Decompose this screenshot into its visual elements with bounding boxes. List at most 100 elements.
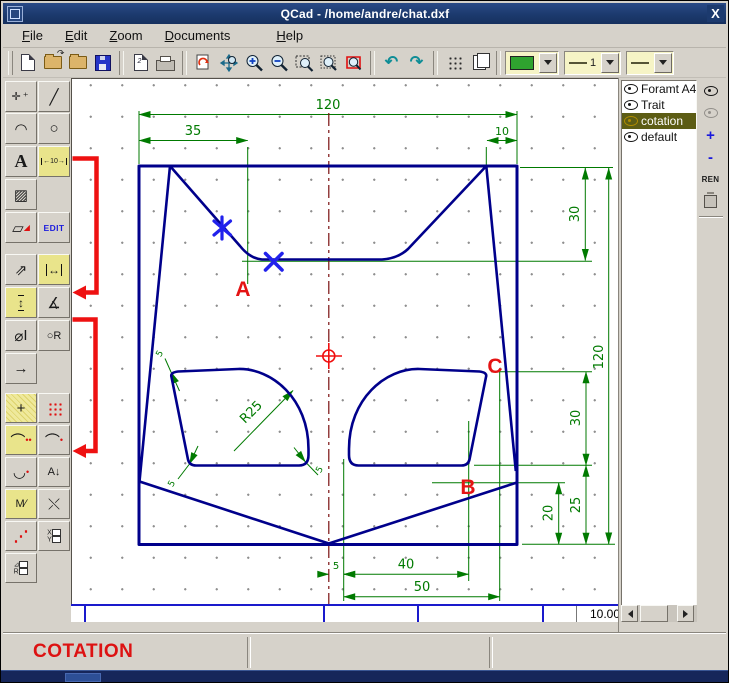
eye-icon[interactable] bbox=[624, 116, 638, 126]
edit-label: EDIT bbox=[44, 223, 65, 233]
coordinate-xy-tool[interactable]: XY bbox=[38, 521, 70, 551]
zoom-in-button[interactable] bbox=[241, 51, 266, 75]
layer-name: Trait bbox=[641, 98, 665, 112]
draw-line-tool[interactable]: ╱ bbox=[38, 81, 70, 112]
draw-point-tool[interactable]: ✛⁺ bbox=[5, 81, 37, 112]
snap-endpoint-tool[interactable]: ⌒•• bbox=[5, 425, 37, 455]
snap-middle-tool[interactable]: M∕ bbox=[5, 489, 37, 519]
canvas-ruler[interactable]: 10.00 bbox=[71, 604, 623, 622]
snap-grid-tool[interactable] bbox=[38, 393, 70, 423]
line-style-combo[interactable] bbox=[626, 51, 674, 75]
delete-layer-button[interactable] bbox=[699, 190, 723, 212]
eye-icon bbox=[704, 86, 718, 96]
menu-file[interactable]: File bbox=[13, 26, 52, 45]
toolbar-separator bbox=[496, 51, 501, 75]
dim-vertical-tool[interactable]: ↕ bbox=[5, 287, 37, 318]
coordinate-polar-tool[interactable]: ⊿R bbox=[5, 553, 37, 583]
close-button[interactable]: X bbox=[707, 5, 724, 22]
zoom-auto-button[interactable] bbox=[316, 51, 341, 75]
edit-button[interactable]: EDIT bbox=[38, 212, 70, 243]
triangle-right-icon bbox=[683, 610, 692, 618]
add-layer-button[interactable]: + bbox=[699, 124, 723, 146]
zoom-window-button[interactable] bbox=[291, 51, 316, 75]
pen-width-combo[interactable]: 1 bbox=[564, 51, 621, 75]
import-button[interactable] bbox=[65, 51, 90, 75]
zoom-out-button[interactable] bbox=[266, 51, 291, 75]
dim-horizontal-tool[interactable]: ↔ bbox=[38, 254, 70, 285]
menu-help[interactable]: Help bbox=[267, 26, 312, 45]
toolbar-handle[interactable] bbox=[8, 51, 13, 75]
eye-icon[interactable] bbox=[624, 100, 638, 110]
print-button[interactable] bbox=[153, 51, 178, 75]
layer-hide-button[interactable] bbox=[699, 102, 723, 124]
draw-text-tool[interactable]: A bbox=[5, 146, 37, 177]
scroll-right-button[interactable] bbox=[677, 605, 694, 622]
snap-center-tool[interactable]: ◡• bbox=[5, 457, 37, 487]
dim-leader-tool[interactable]: → bbox=[5, 353, 37, 384]
toolbar-separator bbox=[433, 51, 438, 75]
shape-edit-tool[interactable]: ▱◢ bbox=[5, 212, 37, 243]
grid-toggle-button[interactable] bbox=[442, 51, 467, 75]
drawing-canvas[interactable]: 120 35 10 30 120 30 25 20 40 50 5 R25 5 … bbox=[71, 78, 623, 622]
print-preview-button[interactable]: 2 bbox=[128, 51, 153, 75]
dim-aligned-tool[interactable]: ⇗ bbox=[5, 254, 37, 285]
scroll-left-button[interactable] bbox=[621, 605, 638, 622]
draw-circle-tool[interactable]: ○ bbox=[38, 113, 70, 144]
layers-icon bbox=[473, 55, 486, 70]
pen-color-combo[interactable] bbox=[505, 51, 559, 75]
layer-list-scrollbar[interactable] bbox=[621, 605, 697, 622]
snap-distance-tool[interactable]: ⋰ bbox=[5, 521, 37, 551]
undo-button[interactable]: ↶ bbox=[379, 51, 404, 75]
zoom-pan-button[interactable] bbox=[216, 51, 241, 75]
eye-icon[interactable] bbox=[624, 132, 638, 142]
redo-button[interactable]: ↷ bbox=[404, 51, 429, 75]
layer-row-foramt-a4[interactable]: Foramt A4 bbox=[622, 81, 696, 97]
point-b-label: B bbox=[460, 476, 475, 499]
rename-layer-button[interactable]: REN bbox=[699, 168, 723, 190]
redraw-button[interactable] bbox=[191, 51, 216, 75]
dim-diameter-tool[interactable]: ⌀I bbox=[5, 320, 37, 351]
layer-name: Foramt A4 bbox=[641, 82, 696, 96]
dim-30-top: 30 bbox=[568, 206, 583, 223]
chevron-down-icon[interactable] bbox=[539, 53, 557, 73]
rename-label: REN bbox=[702, 175, 720, 184]
snap-on-entity-tool[interactable]: ⌒• bbox=[38, 425, 70, 455]
layer-visibility-button[interactable] bbox=[699, 80, 723, 102]
zoom-in-icon bbox=[244, 53, 264, 73]
open-file-button[interactable] bbox=[40, 51, 65, 75]
title-bar[interactable]: QCad - /home/andre/chat.dxf X bbox=[3, 3, 726, 24]
chevron-down-icon[interactable] bbox=[654, 53, 672, 73]
redo-icon: ↷ bbox=[410, 55, 423, 71]
chevron-down-icon[interactable] bbox=[601, 53, 619, 73]
new-document-button[interactable] bbox=[15, 51, 40, 75]
layer-row-cotation[interactable]: cotation bbox=[622, 113, 696, 129]
scrollbar-thumb[interactable] bbox=[640, 605, 668, 622]
menu-documents[interactable]: Documents bbox=[156, 26, 240, 45]
layer-row-trait[interactable]: Trait bbox=[622, 97, 696, 113]
ruler-tick bbox=[417, 606, 419, 622]
annotation-arrows bbox=[73, 159, 97, 459]
draw-arc-tool[interactable]: ◠ bbox=[5, 113, 37, 144]
snap-free-tool[interactable]: + bbox=[5, 393, 37, 423]
taskbar-segment[interactable] bbox=[65, 673, 101, 682]
window-title: QCad - /home/andre/chat.dxf bbox=[23, 7, 707, 21]
menu-edit[interactable]: Edit bbox=[56, 26, 96, 45]
status-bar: COTATION bbox=[3, 633, 726, 671]
layer-buttons: + - REN bbox=[697, 80, 724, 222]
hatch-tool[interactable]: ▨ bbox=[5, 179, 37, 210]
layer-browser-button[interactable] bbox=[467, 51, 492, 75]
snap-auto-tool[interactable]: A↓ bbox=[38, 457, 70, 487]
eye-icon[interactable] bbox=[624, 84, 638, 94]
dim-radius-tool[interactable]: ○R bbox=[38, 320, 70, 351]
layer-row-default[interactable]: default bbox=[622, 129, 696, 145]
preview-page-icon: 2 bbox=[134, 54, 148, 71]
remove-layer-button[interactable]: - bbox=[699, 146, 723, 168]
snap-intersection-tool[interactable]: ⤬ bbox=[38, 489, 70, 519]
dimension-tool[interactable]: ←10→ bbox=[38, 146, 70, 177]
zoom-previous-button[interactable] bbox=[341, 51, 366, 75]
zoom-out-icon bbox=[269, 53, 289, 73]
window-menu-icon[interactable] bbox=[7, 6, 23, 22]
save-button[interactable] bbox=[90, 51, 115, 75]
dim-angular-tool[interactable]: ∡ bbox=[38, 287, 70, 318]
menu-zoom[interactable]: Zoom bbox=[100, 26, 151, 45]
